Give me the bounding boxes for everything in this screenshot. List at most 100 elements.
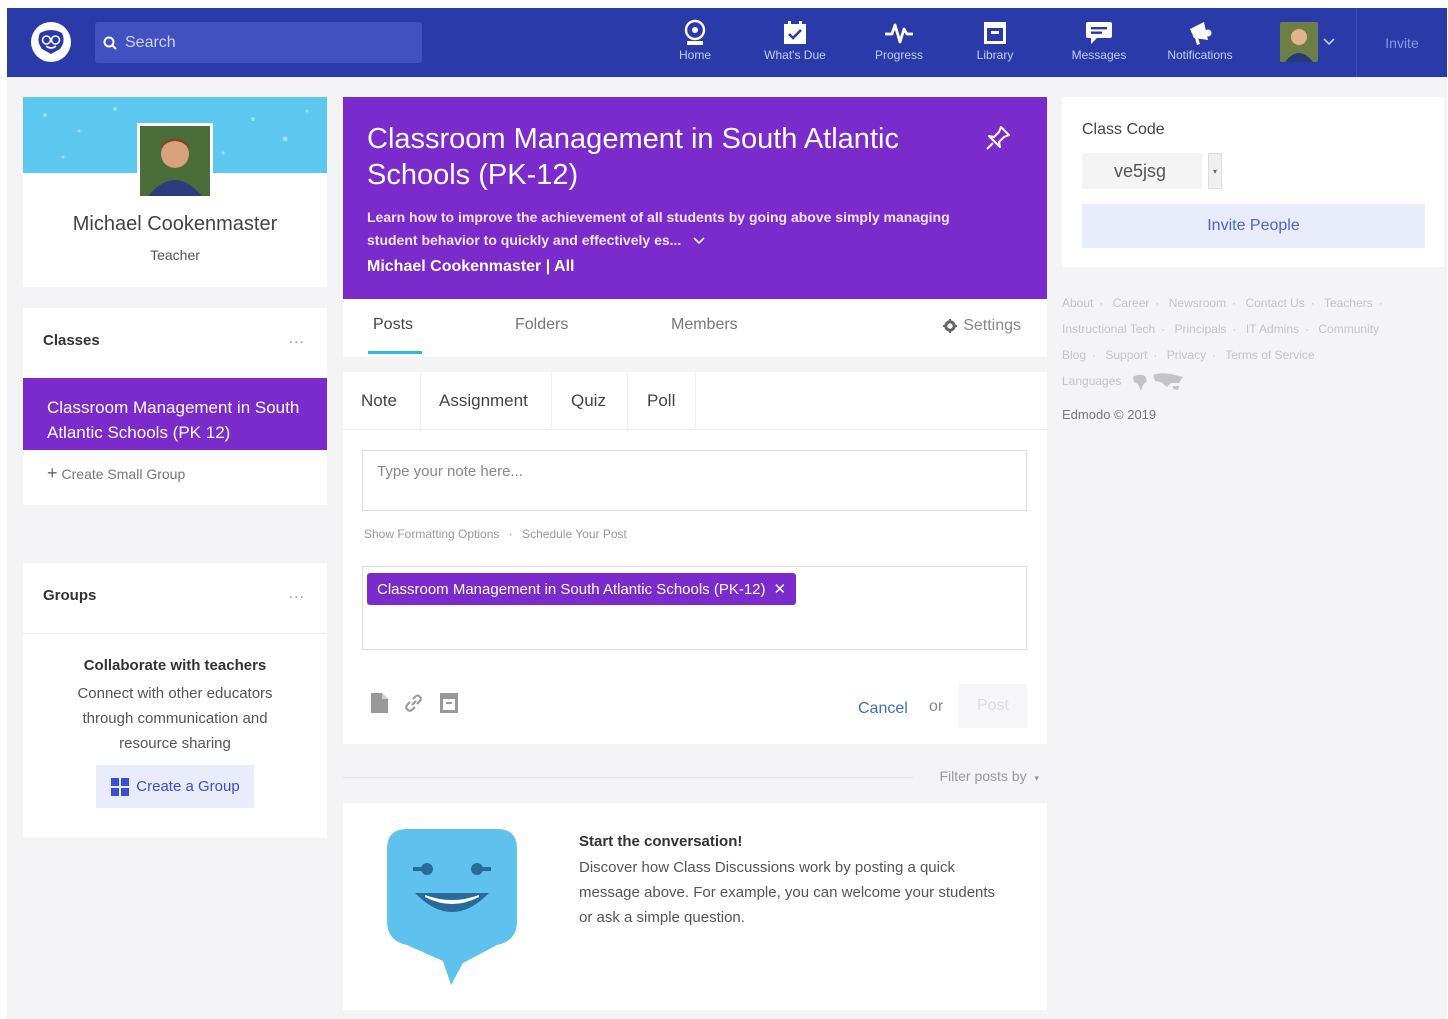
show-formatting-link[interactable]: Show Formatting Options: [364, 527, 499, 541]
world-map-icon[interactable]: [1131, 371, 1187, 393]
footer-link-about[interactable]: About: [1062, 296, 1093, 310]
create-small-group-label: Create Small Group: [61, 466, 186, 482]
classes-more-button[interactable]: ...: [289, 330, 305, 348]
composer-tab-note[interactable]: Note: [343, 372, 421, 430]
class-item-active[interactable]: Classroom Management in South Atlantic S…: [23, 378, 327, 450]
plus-icon: +: [47, 463, 58, 483]
nav-messages[interactable]: Messages: [1064, 18, 1134, 73]
note-input[interactable]: Type your note here...: [362, 450, 1027, 511]
groups-title: Groups: [43, 587, 97, 604]
class-code-label: Class Code: [1082, 121, 1165, 138]
messages-icon: [1086, 22, 1112, 44]
create-small-group-link[interactable]: + Create Small Group: [47, 463, 185, 484]
groups-divider: [23, 633, 327, 634]
course-owner[interactable]: Michael Cookenmaster | All: [367, 258, 575, 276]
groups-more-button[interactable]: ...: [289, 585, 305, 603]
recipient-chip: Classroom Management in South Atlantic S…: [367, 573, 797, 605]
invite-top-button[interactable]: Invite: [1356, 8, 1447, 77]
profile-name[interactable]: Michael Cookenmaster: [23, 213, 327, 236]
footer-link-it-admins[interactable]: IT Admins: [1246, 322, 1299, 336]
tab-folders[interactable]: Folders: [515, 316, 568, 334]
footer-sep: ·: [1161, 322, 1166, 336]
post-composer: Note Assignment Quiz Poll Type your note…: [343, 372, 1047, 744]
edmodo-logo-icon[interactable]: [31, 22, 71, 62]
groups-card: Groups ... Collaborate with teachers Con…: [23, 563, 327, 838]
composer-tab-assignment[interactable]: Assignment: [421, 372, 552, 430]
composer-tab-poll[interactable]: Poll: [628, 372, 696, 430]
home-icon: [684, 19, 706, 45]
course-description-text: Learn how to improve the achievement of …: [367, 209, 950, 248]
profile-photo[interactable]: [137, 123, 213, 199]
footer-sep: ·: [1155, 296, 1160, 310]
tab-members[interactable]: Members: [671, 316, 738, 334]
course-header: Classroom Management in South Atlantic S…: [343, 97, 1047, 299]
profile-card: Michael Cookenmaster Teacher: [23, 97, 327, 287]
footer-link-instructional-tech[interactable]: Instructional Tech: [1062, 322, 1155, 336]
tab-posts[interactable]: Posts: [373, 316, 413, 334]
class-code-dropdown-caret-icon[interactable]: ▾: [1208, 153, 1222, 189]
recipients-field[interactable]: Classroom Management in South Atlantic S…: [362, 566, 1027, 650]
copyright: Edmodo © 2019: [1062, 407, 1157, 422]
expand-chevron-down-icon[interactable]: [693, 237, 705, 245]
nav-progress[interactable]: Progress: [864, 18, 934, 73]
footer-link-support[interactable]: Support: [1105, 348, 1147, 362]
schedule-post-link[interactable]: Schedule Your Post: [522, 527, 627, 541]
nav-whats-due[interactable]: What's Due: [755, 18, 835, 73]
cancel-button[interactable]: Cancel: [858, 700, 908, 718]
footer-link-privacy[interactable]: Privacy: [1167, 348, 1206, 362]
nav-home[interactable]: Home: [667, 18, 723, 73]
groups-heading: Collaborate with teachers: [83, 657, 267, 674]
avatar-chevron-down-icon[interactable]: [1323, 38, 1335, 46]
filter-posts-label: Filter posts by: [939, 768, 1027, 784]
top-nav-bar: Search Home What's Due Progress Library …: [7, 8, 1447, 77]
footer-link-career[interactable]: Career: [1113, 296, 1150, 310]
composer-tab-quiz[interactable]: Quiz: [552, 372, 628, 430]
classes-title: Classes: [43, 332, 100, 349]
class-code-card: Class Code ve5jsg ▾ Invite People: [1062, 97, 1444, 267]
user-avatar[interactable]: [1280, 22, 1318, 62]
profile-role: Teacher: [150, 247, 200, 263]
app-frame: Search Home What's Due Progress Library …: [7, 8, 1447, 1019]
create-group-button[interactable]: Create a Group: [96, 765, 254, 808]
nav-messages-label: Messages: [1071, 48, 1127, 62]
nav-notifications[interactable]: Notifications: [1159, 18, 1241, 73]
footer-sep: ·: [1378, 296, 1383, 310]
tab-active-indicator: [368, 351, 422, 354]
footer-link-teachers[interactable]: Teachers: [1324, 296, 1373, 310]
footer-link-principals[interactable]: Principals: [1175, 322, 1227, 336]
class-code-value[interactable]: ve5jsg: [1082, 153, 1202, 189]
library-attach-icon[interactable]: [439, 692, 459, 714]
footer-link-languages[interactable]: Languages: [1062, 374, 1121, 388]
footer-sep: ·: [1212, 348, 1217, 362]
search-bar[interactable]: Search: [95, 22, 422, 63]
classes-card: Classes ... Classroom Management in Sout…: [23, 308, 327, 505]
nav-whats-due-label: What's Due: [764, 48, 826, 62]
filter-divider: [343, 777, 913, 778]
gear-icon: [943, 319, 958, 333]
footer-sep: ·: [1232, 296, 1237, 310]
empty-feed-text: Discover how Class Discussions work by p…: [579, 859, 996, 926]
nav-library[interactable]: Library: [967, 18, 1023, 73]
course-title: Classroom Management in South Atlantic S…: [367, 123, 899, 191]
post-button[interactable]: Post: [959, 684, 1027, 728]
file-icon[interactable]: [369, 692, 389, 714]
footer-link-terms[interactable]: Terms of Service: [1225, 348, 1314, 362]
create-group-label: Create a Group: [136, 778, 240, 795]
groups-description: Connect with other educators through com…: [77, 685, 273, 752]
settings-button[interactable]: Settings: [943, 317, 1021, 335]
filter-posts-dropdown[interactable]: Filter posts by ▾: [939, 768, 1039, 784]
pin-icon[interactable]: [985, 125, 1011, 151]
footer-link-blog[interactable]: Blog: [1062, 348, 1086, 362]
nav-progress-label: Progress: [874, 48, 924, 62]
footer-link-newsroom[interactable]: Newsroom: [1169, 296, 1226, 310]
filter-row: Filter posts by ▾: [343, 768, 1047, 788]
footer-sep: ·: [1305, 322, 1310, 336]
link-icon[interactable]: [403, 692, 425, 714]
footer-sep: ·: [1153, 348, 1158, 362]
course-description: Learn how to improve the achievement of …: [367, 206, 987, 252]
settings-label: Settings: [963, 317, 1021, 334]
remove-recipient-close-icon[interactable]: ✕: [774, 580, 787, 598]
footer-link-contact[interactable]: Contact Us: [1245, 296, 1304, 310]
invite-people-button[interactable]: Invite People: [1082, 204, 1425, 248]
footer-link-community[interactable]: Community: [1318, 322, 1379, 336]
